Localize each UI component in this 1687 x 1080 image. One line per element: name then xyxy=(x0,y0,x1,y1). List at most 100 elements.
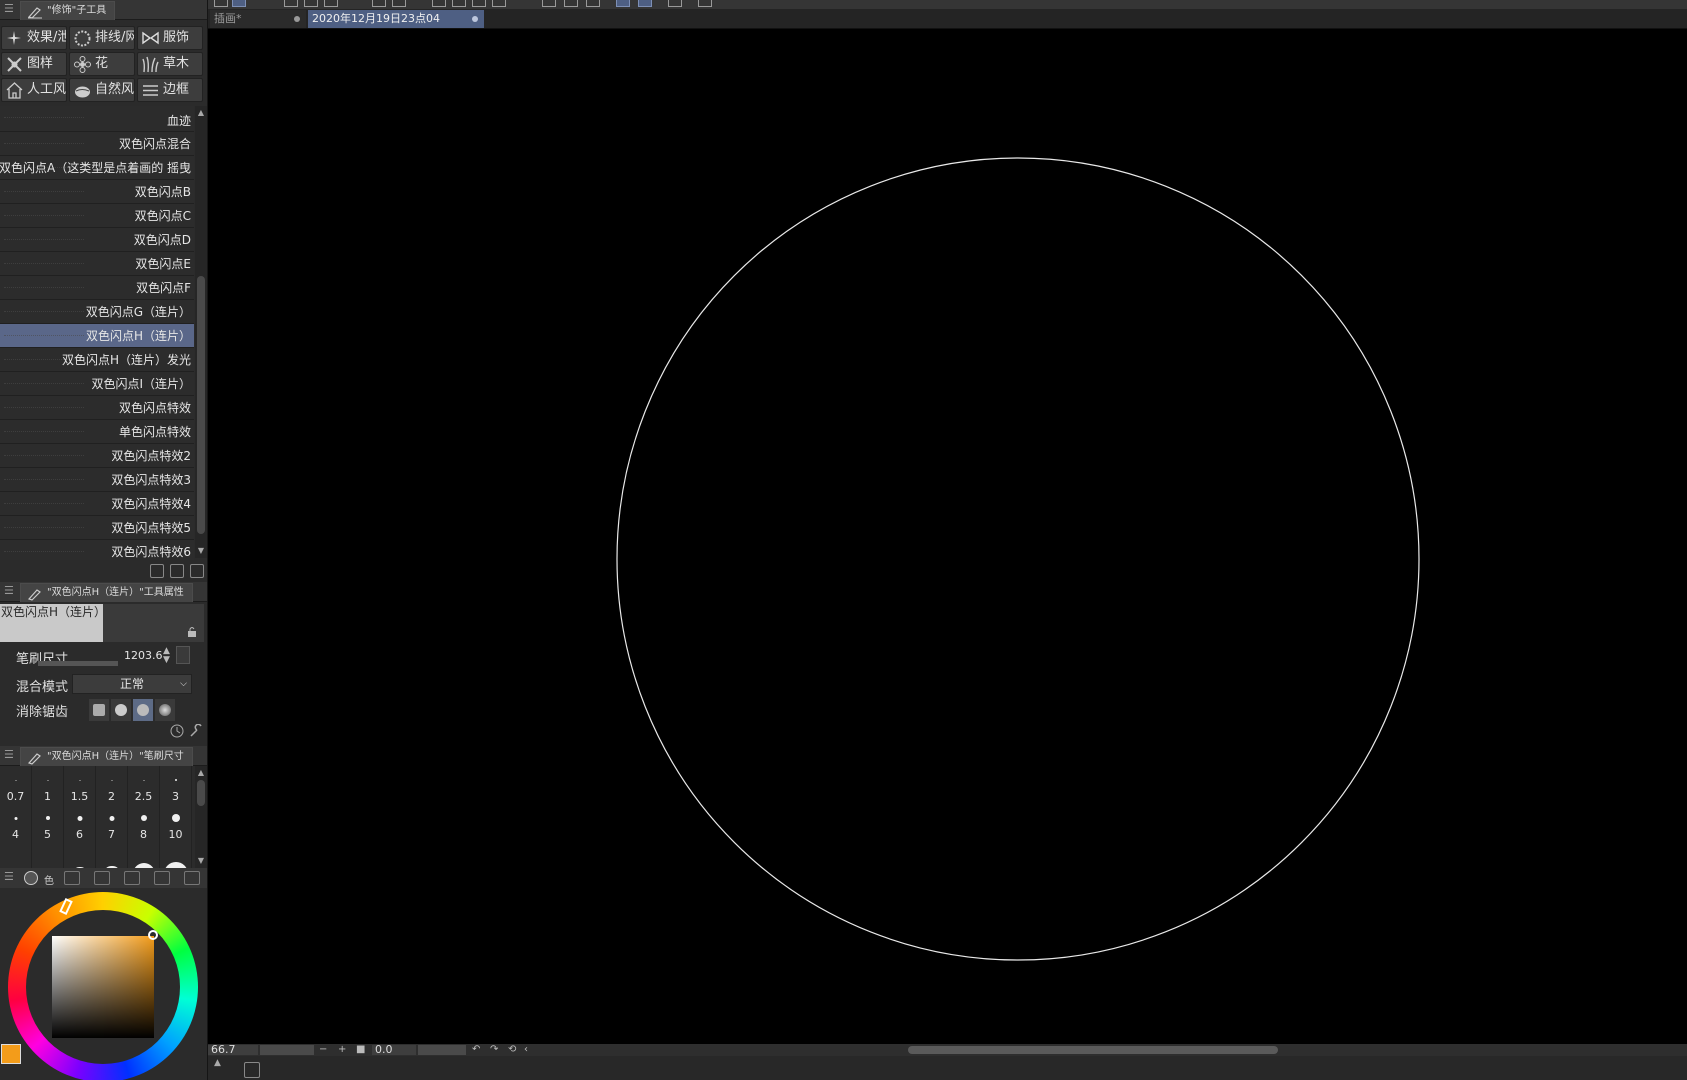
brush-size-preset[interactable] xyxy=(0,842,32,868)
saturation-value-square[interactable] xyxy=(52,936,154,1038)
scroll-thumb[interactable] xyxy=(197,276,205,534)
color-mixing-icon[interactable] xyxy=(698,0,712,7)
timer-icon[interactable] xyxy=(170,724,184,738)
brush-size-tab[interactable]: "双色闪点H（连片）"笔刷尺寸 xyxy=(20,747,193,766)
approximate-color-tab-icon[interactable] xyxy=(94,871,110,885)
clear-icon[interactable] xyxy=(432,0,446,7)
scroll-up-icon[interactable]: ▲ xyxy=(196,108,206,118)
panel-menu-icon[interactable]: ☰ xyxy=(4,870,14,883)
subtool-tab[interactable]: "修饰"子工具 xyxy=(20,1,116,20)
snap-ruler-icon[interactable] xyxy=(616,0,630,7)
color-set-tab-icon[interactable] xyxy=(124,871,140,885)
doc-tab-illustration[interactable]: 插画* xyxy=(210,10,306,28)
brush-size-preset[interactable]: 2 xyxy=(96,766,128,806)
color-history-tab-icon[interactable] xyxy=(154,871,170,885)
zoom-in-icon[interactable]: + xyxy=(338,1044,346,1056)
new-file-icon[interactable] xyxy=(214,0,228,7)
brush-list-item[interactable]: 双色闪点B xyxy=(0,180,194,204)
save-icon[interactable] xyxy=(304,0,318,7)
brush-list-item[interactable]: 双色闪点特效5 xyxy=(0,516,194,540)
brush-size-preset[interactable]: 5 xyxy=(32,804,64,844)
selection-launcher-icon[interactable] xyxy=(586,0,600,7)
brush-size-preset[interactable]: 10 xyxy=(160,804,192,844)
antialias-none-button[interactable] xyxy=(89,699,109,721)
rotate-right-icon[interactable]: ↷ xyxy=(490,1044,498,1056)
antialias-medium-button[interactable] xyxy=(133,699,153,721)
zoom-slider[interactable] xyxy=(260,1045,314,1055)
size-preset-scrollbar[interactable]: ▲ ▼ xyxy=(195,766,207,868)
panel-menu-icon[interactable]: ☰ xyxy=(4,748,14,761)
antialias-weak-button[interactable] xyxy=(111,699,131,721)
brush-list-item[interactable]: 双色闪点G（连片） xyxy=(0,300,194,324)
scroll-down-icon[interactable]: ▼ xyxy=(196,546,206,556)
canvas[interactable] xyxy=(208,29,1687,1044)
scroll-thumb[interactable] xyxy=(197,780,205,806)
brush-list-scrollbar[interactable]: ▲ ▼ xyxy=(195,106,207,558)
brush-size-value[interactable]: 1203.6 xyxy=(124,649,163,662)
delete-brush-icon[interactable] xyxy=(190,564,204,578)
brush-size-preset[interactable] xyxy=(128,842,160,868)
brush-size-preset[interactable]: 4 xyxy=(0,804,32,844)
panel-menu-icon[interactable]: ☰ xyxy=(4,584,14,597)
snap-grid-icon[interactable] xyxy=(668,0,682,7)
tool-property-tab[interactable]: "双色闪点H（连片）"工具属性 xyxy=(20,583,193,602)
brush-list-item[interactable]: 双色闪点混合 xyxy=(0,132,194,156)
color-wheel-tab-label[interactable]: 色 xyxy=(44,872,54,887)
category-plants-button[interactable]: 草木 xyxy=(137,52,203,76)
fit-icon[interactable]: ■ xyxy=(356,1044,365,1056)
antialias-strong-button[interactable] xyxy=(155,699,175,721)
blend-mode-select[interactable]: 正常 ⌵ xyxy=(72,674,192,694)
brush-list-item[interactable]: 双色闪点I（连片） xyxy=(0,372,194,396)
export-icon[interactable] xyxy=(284,0,298,7)
brush-list-item[interactable]: 双色闪点特效4 xyxy=(0,492,194,516)
duplicate-brush-icon[interactable] xyxy=(170,564,184,578)
color-cursor[interactable] xyxy=(148,930,158,940)
category-clothing-button[interactable]: 服饰 xyxy=(137,26,203,50)
brush-list-item[interactable]: 血迹 xyxy=(0,106,194,132)
category-flower-button[interactable]: 花 xyxy=(69,52,135,76)
unsaved-dot-icon[interactable] xyxy=(294,16,300,22)
pressure-toggle-icon[interactable] xyxy=(176,646,190,664)
brush-size-preset[interactable]: 1 xyxy=(32,766,64,806)
invert-selection-icon[interactable] xyxy=(564,0,578,7)
brush-list-item[interactable]: 双色闪点特效6 xyxy=(0,540,194,560)
brush-list-item[interactable]: 双色闪点E xyxy=(0,252,194,276)
zoom-out-icon[interactable]: − xyxy=(319,1044,327,1056)
wrench-icon[interactable] xyxy=(189,724,203,738)
brush-size-preset[interactable]: 0.7 xyxy=(0,766,32,806)
open-file-icon[interactable] xyxy=(232,0,246,7)
crop-icon[interactable] xyxy=(492,0,506,7)
category-hatching-button[interactable]: 排线/网 xyxy=(69,26,135,50)
transform-icon[interactable] xyxy=(452,0,466,7)
brush-size-preset[interactable] xyxy=(96,842,128,868)
brush-size-preset[interactable]: 3 xyxy=(160,766,192,806)
scroll-left-icon[interactable]: ‹ xyxy=(524,1044,528,1056)
rotation-value[interactable]: 0.0 xyxy=(375,1043,393,1056)
brush-list-item[interactable]: 单色闪点特效 xyxy=(0,420,194,444)
lock-icon[interactable] xyxy=(186,626,198,638)
category-effects-button[interactable]: 效果/泄 xyxy=(1,26,67,50)
zoom-value[interactable]: 66.7 xyxy=(211,1043,236,1056)
rotate-left-icon[interactable]: ↶ xyxy=(472,1044,480,1056)
brush-list-item[interactable]: 双色闪点D xyxy=(0,228,194,252)
panel-menu-icon[interactable]: ☰ xyxy=(4,2,14,15)
brush-list-item[interactable]: 双色闪点C xyxy=(0,204,194,228)
color-slider-tab-icon[interactable] xyxy=(184,871,200,885)
brush-list-item[interactable]: 双色闪点H（连片）发光 xyxy=(0,348,194,372)
brush-list-item[interactable]: 双色闪点F xyxy=(0,276,194,300)
download-brush-icon[interactable] xyxy=(150,564,164,578)
brush-list-item[interactable]: 双色闪点H（连片） xyxy=(0,324,194,348)
snap-special-ruler-icon[interactable] xyxy=(638,0,652,7)
brush-size-preset[interactable]: 8 xyxy=(128,804,160,844)
layer-panel-toggle-icon[interactable] xyxy=(244,1062,260,1078)
brush-list-item[interactable]: 双色闪点A（这类型是点着画的 摇曳 xyxy=(0,156,194,180)
scroll-down-icon[interactable]: ▼ xyxy=(196,856,206,866)
category-nature-button[interactable]: 自然风 xyxy=(69,78,135,102)
brush-size-preset[interactable] xyxy=(32,842,64,868)
scroll-up-icon[interactable]: ▲ xyxy=(196,768,206,778)
intermediate-color-tab-icon[interactable] xyxy=(64,871,80,885)
unsaved-dot-icon[interactable] xyxy=(472,16,478,22)
undo-icon[interactable] xyxy=(372,0,386,7)
category-artificial-button[interactable]: 人工风 xyxy=(1,78,67,102)
brush-size-preset[interactable]: 2.5 xyxy=(128,766,160,806)
